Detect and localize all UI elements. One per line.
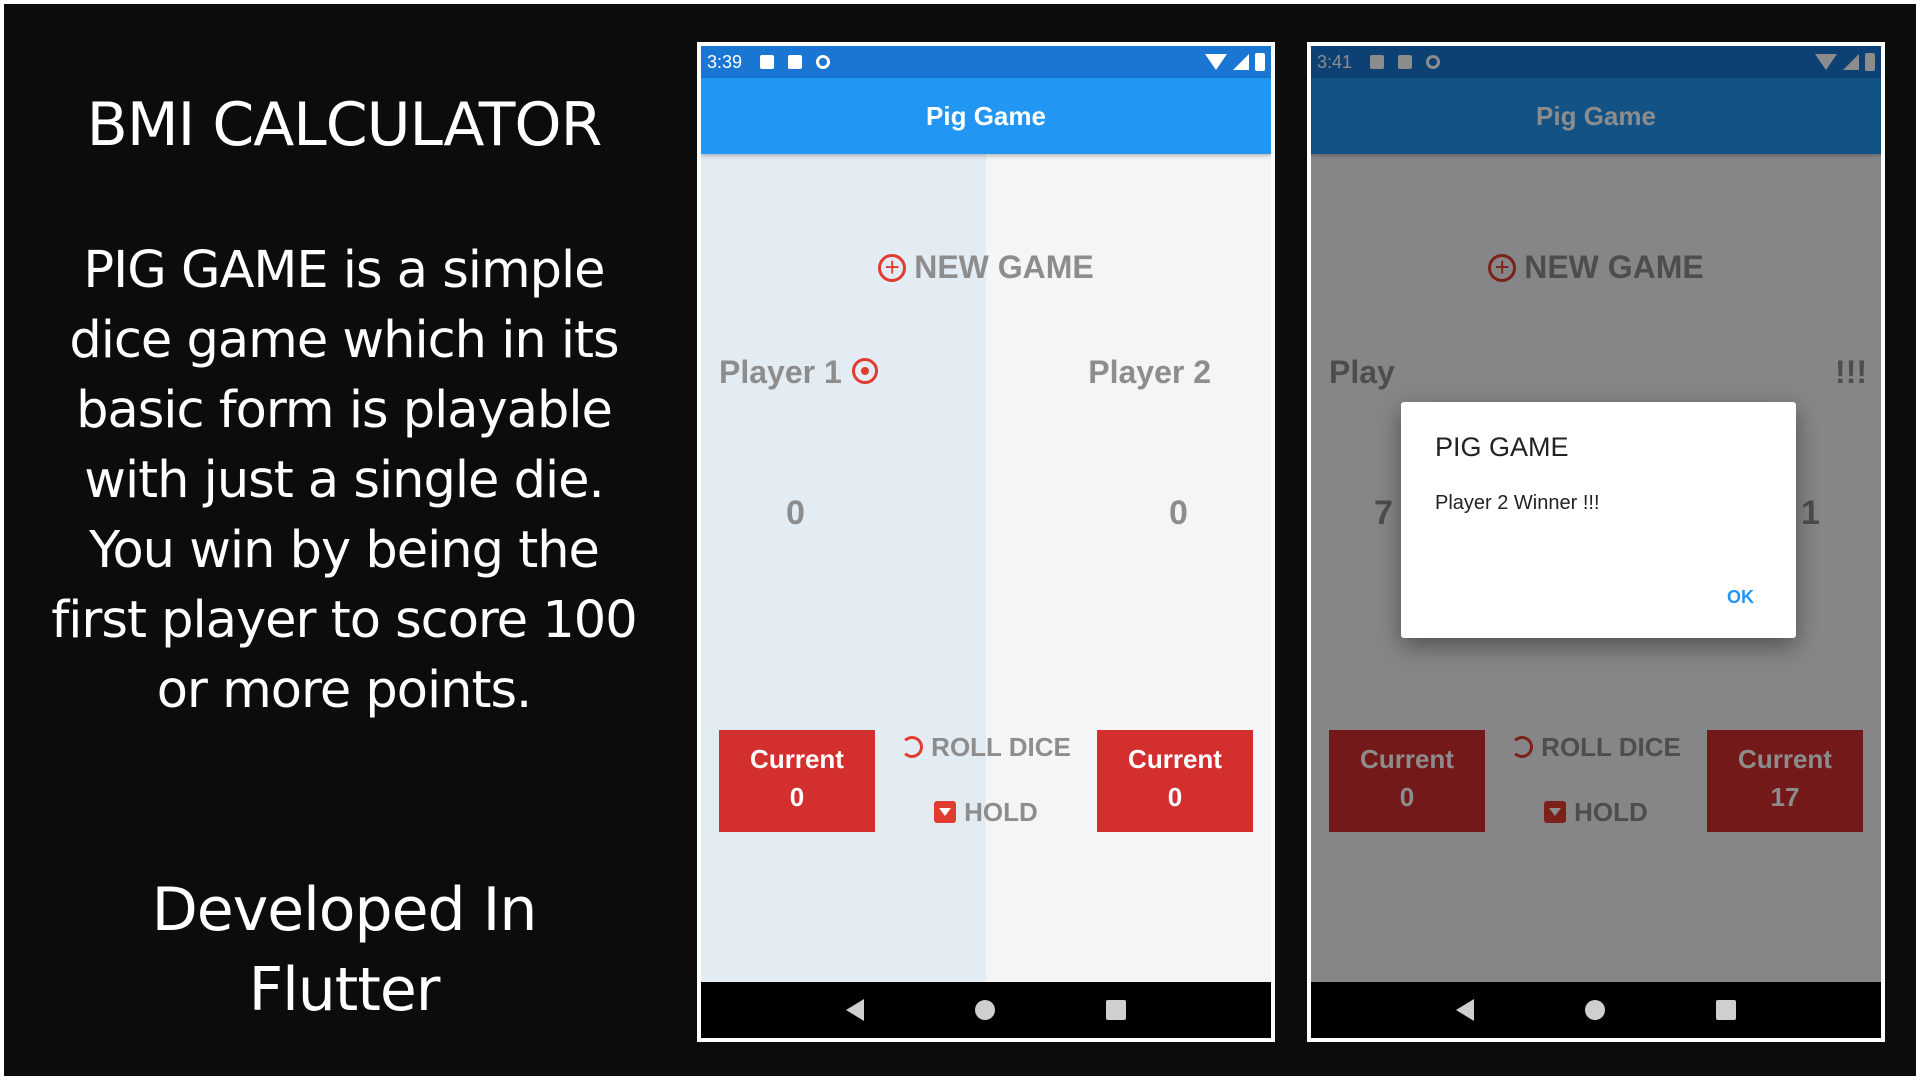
android-nav-bar: [701, 982, 1271, 1038]
refresh-icon: [901, 736, 924, 758]
recent-apps-icon[interactable]: [1105, 1000, 1126, 1020]
home-icon[interactable]: [1584, 1000, 1605, 1020]
sd-card-icon: [788, 55, 803, 69]
wifi-icon: [1205, 54, 1227, 70]
back-icon[interactable]: [846, 999, 865, 1021]
current-label: Current: [1128, 744, 1222, 774]
hold-label: HOLD: [964, 797, 1038, 827]
android-nav-bar: [1311, 982, 1881, 1038]
winner-dialog: PIG GAME Player 2 Winner !!! OK: [1401, 402, 1796, 638]
player2-current-value: 0: [1167, 782, 1183, 812]
player2-name: Player 2: [1088, 354, 1211, 390]
hold-button[interactable]: HOLD: [881, 797, 1091, 828]
player1-name: Player 1: [719, 354, 878, 391]
app-bar: Pig Game: [701, 78, 1271, 154]
notification-icon: [760, 55, 775, 69]
battery-icon: [1255, 53, 1265, 71]
phone-screen-1: 3:39 Pig Game + NEW GAME Player 1 Player …: [697, 42, 1275, 1042]
back-icon[interactable]: [1456, 999, 1475, 1021]
developed-line-2: Flutter: [248, 955, 441, 1025]
status-bar: 3:39: [701, 46, 1271, 78]
download-box-icon: [934, 801, 957, 823]
player1-current-box: Current 0: [719, 730, 875, 832]
game-area: + NEW GAME Player 1 Player 2 0 0 Current …: [701, 154, 1271, 990]
add-circle-icon: +: [878, 254, 907, 282]
active-player-icon: [851, 358, 878, 384]
developed-line-1: Developed In: [151, 875, 538, 945]
dialog-title: PIG GAME: [1435, 432, 1569, 462]
player2-score: 0: [1169, 494, 1188, 532]
dialog-message: Player 2 Winner !!!: [1435, 492, 1600, 514]
player1-current-value: 0: [789, 782, 805, 812]
promo-description: PIG GAME is a simple dice game which in …: [51, 241, 637, 720]
player1-score: 0: [786, 494, 805, 532]
sync-icon: [816, 55, 831, 69]
promo-canvas: BMI CALCULATOR PIG GAME is a simple dice…: [4, 4, 1916, 1076]
dialog-ok-button[interactable]: OK: [1727, 587, 1754, 608]
recent-apps-icon[interactable]: [1715, 1000, 1736, 1020]
player2-current-box: Current 0: [1097, 730, 1253, 832]
roll-dice-label: ROLL DICE: [931, 732, 1071, 762]
new-game-button[interactable]: + NEW GAME: [701, 249, 1271, 286]
current-label: Current: [750, 744, 844, 774]
promo-developed-in: Developed In Flutter: [4, 870, 684, 1030]
phone-screen-2: 3:41 Pig Game + NEW GAME Play !!! 7 1 Cu…: [1307, 42, 1885, 1042]
promo-title: BMI CALCULATOR: [86, 90, 603, 160]
app-title: Pig Game: [926, 100, 1046, 131]
new-game-label: NEW GAME: [914, 249, 1094, 285]
home-icon[interactable]: [974, 1000, 995, 1020]
player1-name-label: Player 1: [719, 354, 842, 390]
signal-icon: [1233, 54, 1249, 70]
roll-dice-button[interactable]: ROLL DICE: [881, 732, 1091, 763]
status-time: 3:39: [707, 51, 743, 72]
